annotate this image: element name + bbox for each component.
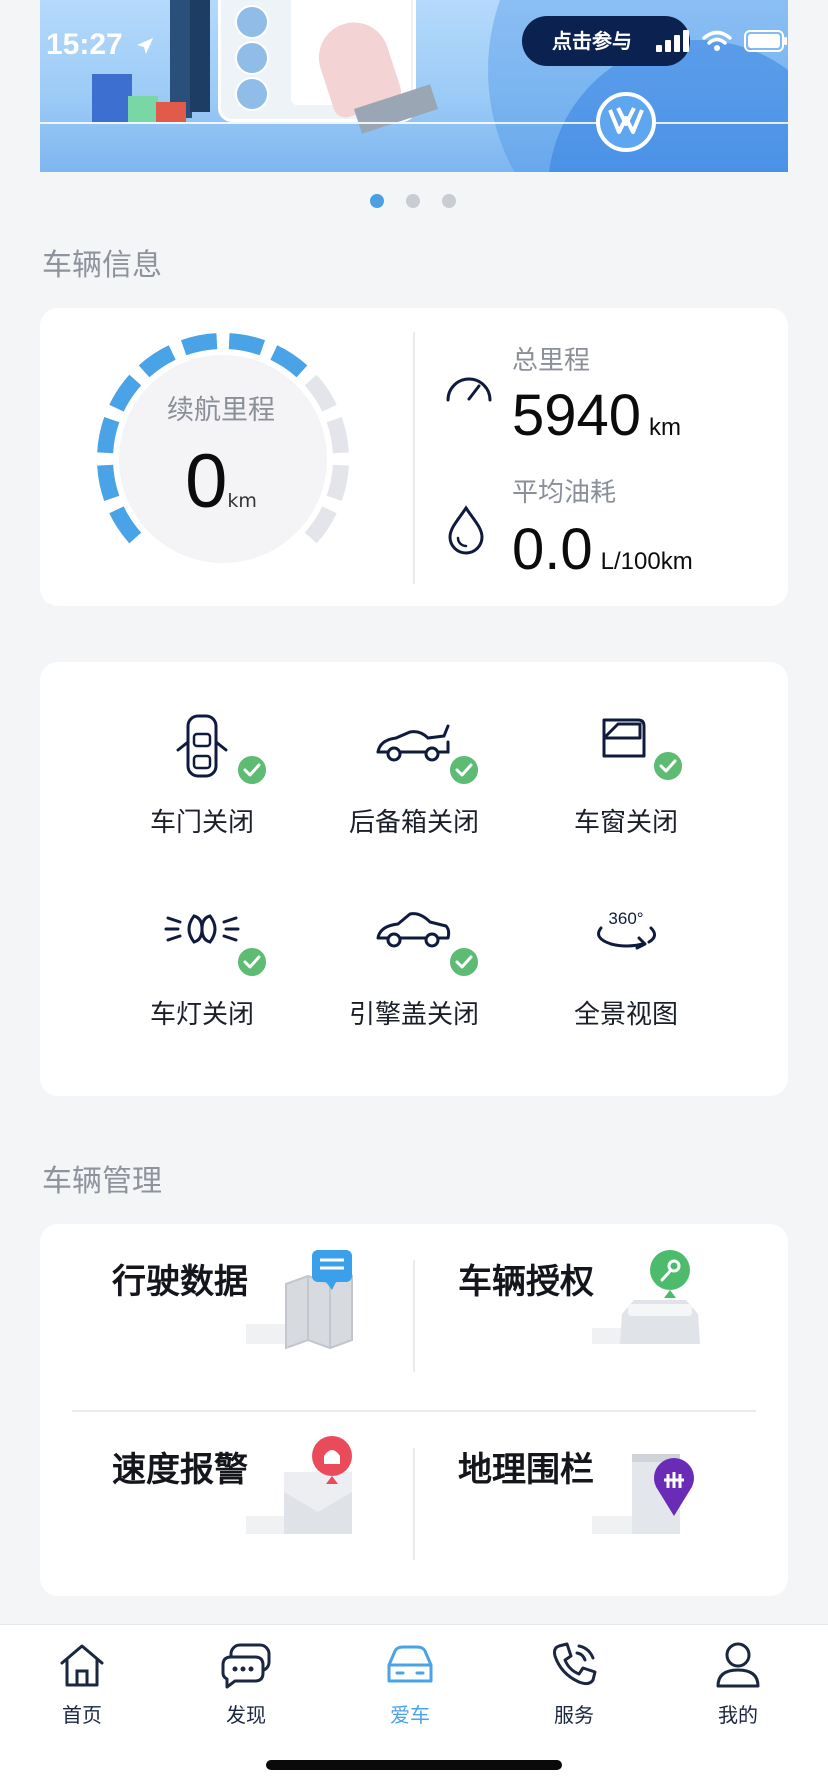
banner-pager[interactable]	[370, 194, 456, 208]
map-chat-icon	[246, 1250, 353, 1350]
speedometer-icon	[446, 377, 492, 402]
profile-icon	[716, 1642, 760, 1688]
check-icon	[236, 946, 268, 978]
gauge-segment	[228, 333, 266, 356]
car-icon	[387, 1645, 433, 1683]
check-icon	[652, 750, 684, 782]
status-label: 全景视图	[573, 1000, 678, 1030]
home-icon	[60, 1644, 104, 1687]
car-window-icon	[602, 718, 646, 758]
range-label: 续航里程	[167, 395, 275, 426]
status-icons	[656, 30, 788, 52]
status-lights[interactable]: 车灯关闭	[92, 884, 312, 1031]
gauge-segment	[270, 345, 308, 378]
vehicle-status-card: 车门关闭 后备箱关闭 车窗关闭 车灯关闭 引擎盖关闭 360° 全景视图	[40, 662, 788, 1096]
battery-icon	[744, 30, 787, 52]
tab-label: 爱车	[390, 1703, 430, 1727]
pager-dot[interactable]	[370, 194, 384, 208]
mail-alarm-icon	[246, 1436, 352, 1534]
home-indicator	[266, 1760, 562, 1770]
mgmt-label: 速度报警	[112, 1450, 248, 1490]
speed-alert-entry[interactable]: 速度报警	[40, 1412, 386, 1572]
check-icon	[448, 946, 480, 978]
tab-home[interactable]: 首页	[22, 1637, 142, 1728]
pager-dot[interactable]	[442, 194, 456, 208]
trunk-icon	[376, 724, 450, 762]
mgmt-label: 车辆授权	[458, 1262, 594, 1302]
status-window[interactable]: 车窗关闭	[516, 692, 736, 839]
vehicle-authorization-entry[interactable]: 车辆授权	[386, 1224, 732, 1384]
tab-label: 发现	[226, 1703, 266, 1727]
mgmt-label: 地理围栏	[458, 1450, 594, 1490]
range-value: 0km	[185, 439, 257, 524]
status-label: 后备箱关闭	[348, 808, 479, 838]
gauge-segment	[138, 345, 176, 378]
tab-service[interactable]: 服务	[514, 1637, 634, 1728]
status-panorama[interactable]: 360° 全景视图	[516, 884, 736, 1031]
status-label: 车门关闭	[149, 808, 254, 838]
panorama-360-icon: 360°	[597, 909, 656, 950]
wifi-icon	[702, 30, 732, 51]
car-light-icon	[164, 914, 240, 944]
gauge-segment	[180, 333, 218, 356]
vw-logo	[596, 92, 656, 152]
chat-bubbles-icon	[221, 1643, 271, 1689]
status-trunk[interactable]: 后备箱关闭	[304, 692, 524, 839]
tab-profile[interactable]: 我的	[678, 1637, 798, 1728]
vehicle-management-card: 行驶数据 车辆授权 速度报警 地理围栏	[40, 1224, 788, 1596]
status-label: 车窗关闭	[573, 808, 678, 838]
banner-figure	[170, 0, 192, 118]
banner-figure	[190, 0, 210, 112]
fuel-drop-icon	[448, 505, 484, 555]
check-icon	[448, 754, 480, 786]
driving-data-entry[interactable]: 行驶数据	[40, 1224, 386, 1384]
tab-discover[interactable]: 发现	[186, 1637, 306, 1728]
tab-label: 首页	[62, 1703, 102, 1727]
mgmt-label: 行驶数据	[112, 1262, 248, 1302]
status-hood[interactable]: 引擎盖关闭	[304, 884, 524, 1031]
total-mileage-label: 总里程	[512, 346, 591, 376]
phone-icon	[553, 1642, 597, 1686]
geofence-entry[interactable]: 地理围栏	[386, 1412, 732, 1572]
status-label: 引擎盖关闭	[348, 1000, 479, 1030]
total-mileage-value: 5940 km	[512, 383, 682, 448]
hood-icon	[376, 912, 451, 948]
status-door[interactable]: 车门关闭	[92, 692, 312, 839]
geofence-pin-icon	[592, 1454, 694, 1534]
tab-my-car[interactable]: 爱车	[350, 1637, 470, 1728]
avg-fuel-label: 平均油耗	[512, 478, 617, 508]
location-arrow-icon	[137, 38, 154, 55]
signal-icon	[656, 30, 689, 52]
pager-dot[interactable]	[406, 194, 420, 208]
car-key-icon	[592, 1250, 700, 1344]
status-time: 15:27	[46, 28, 155, 62]
tab-label: 服务	[554, 1703, 594, 1727]
panorama-badge: 360°	[608, 909, 643, 928]
avg-fuel-value: 0.0 L/100km	[512, 517, 693, 582]
vehicle-info-title: 车辆信息	[42, 248, 162, 283]
car-door-icon	[176, 714, 228, 778]
vehicle-management-title: 车辆管理	[42, 1164, 162, 1199]
tab-label: 我的	[718, 1703, 758, 1727]
status-label: 车灯关闭	[149, 1000, 254, 1030]
check-icon	[236, 754, 268, 786]
vehicle-info-card[interactable]: 续航里程 0km 总里程 5940 km 平均油耗 0.0 L/100km	[40, 308, 788, 606]
